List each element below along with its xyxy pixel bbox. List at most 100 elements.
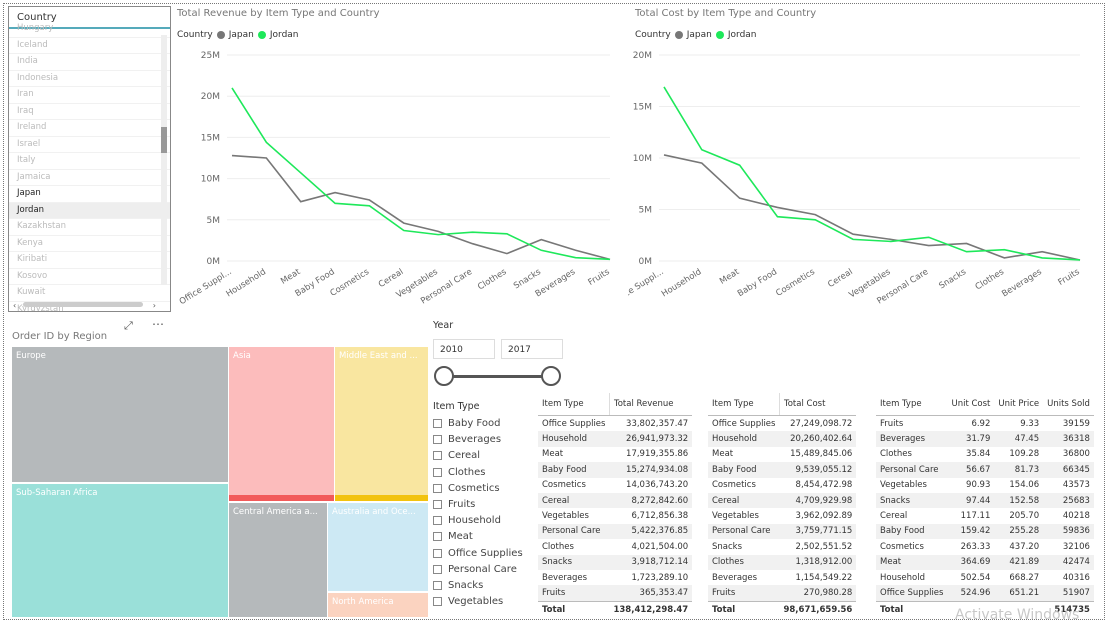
item-type-option[interactable]: Meat [433, 531, 473, 542]
country-item[interactable]: Ireland [9, 120, 170, 137]
scrollbar-thumb[interactable] [161, 127, 167, 153]
checkbox[interactable] [433, 532, 442, 542]
checkbox[interactable] [433, 451, 442, 461]
table-row[interactable]: Cereal 4,709,929.98 [708, 492, 857, 509]
table-row[interactable]: Clothes 1,318,912.00 [708, 554, 857, 570]
column-header[interactable]: Unit Cost [947, 393, 995, 416]
country-item[interactable]: Jordan [9, 202, 170, 219]
horizontal-scrollbar[interactable] [23, 302, 143, 307]
table-row[interactable]: Snacks 3,918,712.14 [538, 554, 693, 570]
series-line-japan[interactable] [231, 154, 611, 261]
series-line-jordan[interactable] [231, 87, 611, 261]
item-type-option[interactable]: Clothes [433, 467, 486, 478]
checkbox[interactable] [433, 419, 442, 428]
treemap-tile-middle-east[interactable]: Middle East and ... [335, 347, 428, 501]
column-header[interactable]: Total Revenue [608, 393, 693, 416]
item-type-option[interactable]: Office Supplies [433, 548, 523, 559]
country-item[interactable]: Israel [9, 137, 170, 153]
country-item[interactable]: Italy [9, 153, 170, 170]
cost-line-chart[interactable]: 20M 15M 10M 5M 0MOffice Suppl...Household Mea… [628, 42, 1098, 312]
table-row[interactable]: Personal Care 56.67 81.73 66345 [876, 462, 1094, 478]
country-item[interactable]: Indonesia [9, 71, 170, 87]
item-type-option[interactable]: Vegetables [433, 596, 503, 607]
year-from-input[interactable]: 2010 [433, 339, 495, 359]
table-row[interactable]: Cosmetics 14,036,743.20 [538, 478, 692, 493]
country-item[interactable]: Iran [9, 87, 170, 104]
cost-table[interactable]: Item Type Total Cost Office Supplies 27,249… [708, 393, 857, 618]
checkbox[interactable] [433, 483, 442, 493]
table-row[interactable]: Vegetables 3,962,092.89 [708, 508, 856, 523]
country-item[interactable]: Kuwait [9, 285, 170, 302]
treemap-tile-central-america[interactable]: Central America a... [229, 503, 327, 617]
country-item[interactable]: Hungary [9, 21, 170, 38]
table-row[interactable]: Baby Food 15,274,934.08 [538, 462, 693, 478]
year-slider-track[interactable] [444, 375, 552, 378]
cost-chart-legend[interactable]: Country Japan Jordan [635, 30, 757, 40]
table-row[interactable]: Fruits 365,353.47 [538, 585, 693, 602]
table-row[interactable]: Snacks 97.44 152.58 25683 [876, 492, 1094, 509]
item-type-option[interactable]: Personal Care [433, 564, 517, 575]
series-line-japan[interactable] [663, 154, 1081, 261]
revenue-chart-legend[interactable]: Country Japan Jordan [177, 30, 299, 40]
series-line-jordan[interactable] [663, 86, 1081, 261]
table-row[interactable]: Household 20,260,402.64 [708, 431, 857, 447]
column-header[interactable]: Item Type [538, 393, 610, 416]
treemap-tile-europe[interactable]: Europe [12, 347, 228, 482]
year-slider-start-handle[interactable] [434, 366, 454, 386]
checkbox[interactable] [433, 435, 442, 445]
table-row[interactable]: Beverages 31.79 47.45 36318 [876, 431, 1094, 447]
table-row[interactable]: Cosmetics 8,454,472.98 [708, 478, 856, 493]
scroll-right-icon[interactable]: › [153, 301, 156, 310]
column-header[interactable]: Units Sold [1043, 393, 1094, 416]
checkbox[interactable] [433, 564, 442, 574]
column-header[interactable]: Item Type [876, 393, 948, 416]
treemap-tile-sub-saharan-africa[interactable]: Sub-Saharan Africa [12, 484, 228, 617]
scroll-left-icon[interactable]: ‹ [13, 301, 16, 310]
item-type-option[interactable]: Cereal [433, 450, 480, 461]
table-row[interactable]: Snacks 2,502,551.52 [708, 539, 856, 554]
table-row[interactable]: Personal Care 3,759,771.15 [708, 523, 857, 540]
country-item[interactable]: Japan [9, 186, 170, 203]
item-type-option[interactable]: Baby Food [433, 418, 500, 429]
table-row[interactable]: Personal Care 5,422,376.85 [538, 523, 693, 540]
table-row[interactable]: Clothes 35.84 109.28 36800 [876, 447, 1094, 462]
table-row[interactable]: Clothes 4,021,504.00 [538, 539, 692, 554]
table-row[interactable]: Meat 17,919,355.86 [538, 447, 692, 462]
table-row[interactable]: Office Supplies 33,802,357.47 [538, 416, 692, 432]
country-item[interactable]: India [9, 54, 170, 71]
treemap-tile-north-america[interactable]: North America [328, 593, 428, 617]
checkbox[interactable] [433, 516, 442, 526]
table-row[interactable]: Fruits 270,980.28 [708, 585, 857, 602]
treemap-tile-australia[interactable]: Australia and Oce... [328, 503, 428, 591]
checkbox[interactable] [433, 581, 442, 590]
treemap-tile-asia[interactable]: Asia [229, 347, 334, 501]
region-treemap[interactable]: Europe Sub-Saharan Africa Asia Middle Ea… [12, 347, 428, 617]
table-row[interactable]: Baby Food 9,539,055.12 [708, 462, 857, 478]
table-row[interactable]: Fruits 6.92 9.33 39159 [876, 416, 1094, 432]
table-row[interactable]: Baby Food 159.42 255.28 59836 [876, 523, 1094, 540]
item-type-option[interactable]: Cosmetics [433, 483, 500, 494]
year-to-input[interactable]: 2017 [501, 339, 563, 359]
revenue-line-chart[interactable]: 25M20M15M10M5M0MOffice Suppl...Household… [170, 42, 630, 312]
vertical-scrollbar[interactable] [161, 35, 167, 285]
table-row[interactable]: Cereal 8,272,842.60 [538, 492, 693, 509]
table-row[interactable]: Cereal 117.11 205.70 40218 [876, 508, 1094, 523]
country-slicer[interactable]: Country Hungary Iceland India Indonesia Iran… [8, 6, 171, 312]
revenue-table[interactable]: Item Type Total Revenue Office Supplies 33,… [538, 393, 693, 618]
checkbox[interactable] [433, 467, 442, 477]
column-header[interactable]: Item Type [708, 393, 780, 416]
table-row[interactable]: Cosmetics 263.33 437.20 32106 [876, 539, 1094, 554]
column-header[interactable]: Unit Price [994, 393, 1044, 416]
checkbox[interactable] [433, 548, 442, 558]
table-row[interactable]: Beverages 1,723,289.10 [538, 570, 692, 585]
table-row[interactable]: Beverages 1,154,549.22 [708, 570, 856, 585]
table-row[interactable]: Office Supplies 524.96 651.21 51907 [876, 585, 1094, 602]
item-type-option[interactable]: Household [433, 515, 501, 526]
table-row[interactable]: Household 26,941,973.32 [538, 431, 693, 447]
checkbox[interactable] [433, 597, 442, 607]
country-item[interactable]: Jamaica [9, 170, 170, 186]
country-item[interactable]: Iraq [9, 104, 170, 120]
focus-mode-icon[interactable]: ⤢ [124, 319, 133, 333]
column-header[interactable]: Total Cost [778, 393, 857, 416]
table-row[interactable]: Household 502.54 668.27 40316 [876, 570, 1094, 585]
